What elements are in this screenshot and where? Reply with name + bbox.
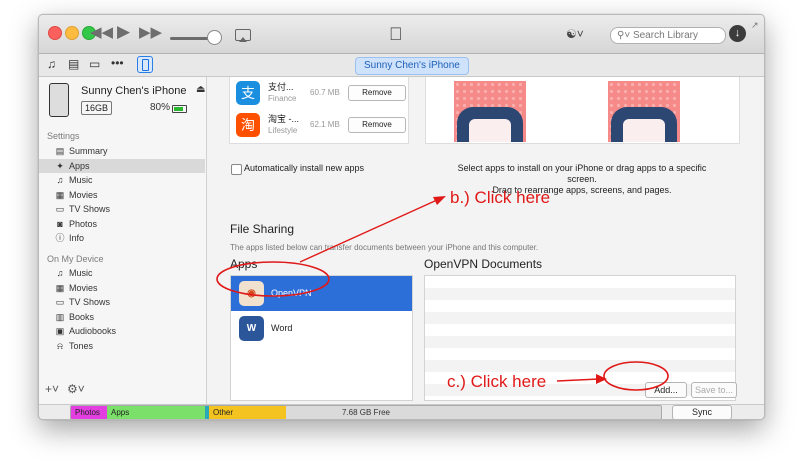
annotation-arrowhead-c xyxy=(596,374,607,384)
annotation-arrow-b xyxy=(299,199,438,263)
add-highlight-circle xyxy=(603,361,669,391)
annotation-arrowhead-b xyxy=(433,196,446,205)
openvpn-highlight-circle xyxy=(216,261,330,297)
annotation-overlay xyxy=(216,196,669,391)
annotation-b-label: b.) Click here xyxy=(450,188,551,207)
annotation-c-label: c.) Click here xyxy=(447,372,547,391)
annotation-arrow-c xyxy=(556,378,600,382)
